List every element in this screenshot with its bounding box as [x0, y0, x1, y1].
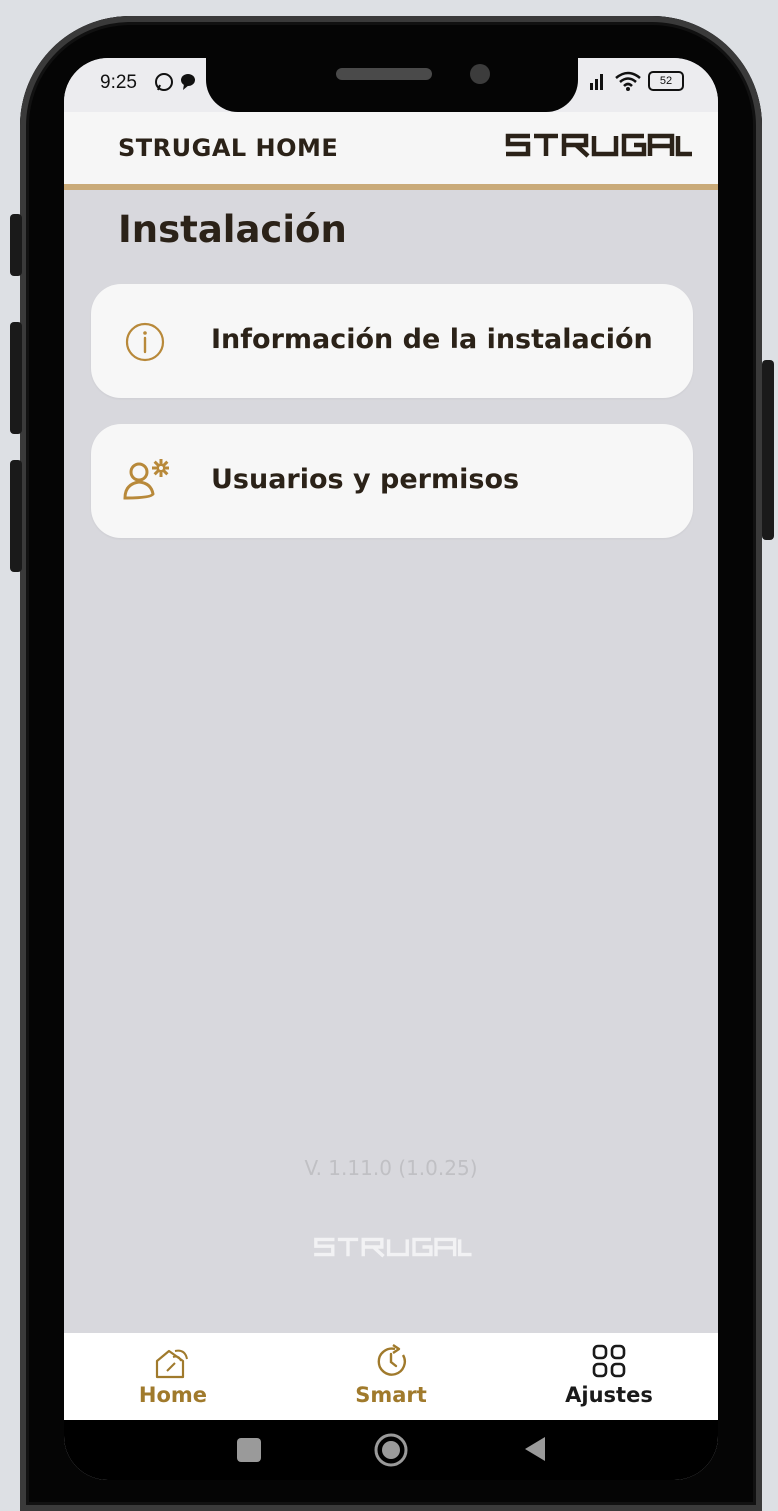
page-title: Instalación [118, 208, 347, 251]
battery-icon: 52 [648, 71, 684, 91]
strugal-logo [505, 133, 692, 158]
bottom-tab-bar: Home Smart Ajustes [64, 1333, 718, 1420]
menu-item-installation-info[interactable]: Información de la instalación [91, 284, 693, 398]
strugal-footer-logo [314, 1237, 472, 1258]
app-header: STRUGAL HOME [64, 112, 718, 190]
recents-button[interactable] [234, 1434, 264, 1464]
tab-label: Smart [355, 1383, 427, 1407]
phone-screen: 9:25 52 STRUGAL HOME Instalación Informa… [64, 58, 718, 1480]
side-button [10, 214, 22, 276]
whatsapp-icon [155, 73, 173, 91]
status-time: 9:25 [100, 72, 137, 93]
camera-notch [206, 58, 578, 112]
back-button[interactable] [519, 1434, 549, 1464]
tab-smart[interactable]: Smart [282, 1333, 500, 1420]
tab-label: Ajustes [565, 1383, 653, 1407]
system-status-icons: 52 [588, 70, 684, 92]
chat-bubble-icon [181, 74, 195, 90]
home-signal-icon [155, 1349, 188, 1379]
grid-icon [592, 1344, 626, 1378]
tab-label: Home [138, 1383, 208, 1407]
clock-refresh-icon [377, 1344, 406, 1376]
info-icon [125, 322, 165, 362]
side-button [10, 460, 22, 572]
status-bar: 9:25 52 [64, 58, 718, 112]
speaker [336, 68, 432, 80]
signal-icon [590, 74, 603, 90]
home-button[interactable] [373, 1432, 409, 1468]
version-text: V. 1.11.0 (1.0.25) [304, 1156, 478, 1180]
app-title: STRUGAL HOME [118, 134, 339, 162]
user-settings-icon [123, 459, 169, 500]
menu-item-label: Información de la instalación [211, 324, 653, 355]
menu-item-label: Usuarios y permisos [211, 464, 520, 495]
tab-ajustes[interactable]: Ajustes [500, 1333, 718, 1420]
notification-icons [154, 70, 202, 98]
menu-item-users-permissions[interactable]: Usuarios y permisos [91, 424, 693, 538]
system-nav-bar [64, 1420, 718, 1480]
side-button [762, 360, 774, 540]
wifi-icon [615, 71, 641, 91]
tab-home[interactable]: Home [64, 1333, 282, 1420]
front-camera [470, 64, 490, 84]
side-button [10, 322, 22, 434]
